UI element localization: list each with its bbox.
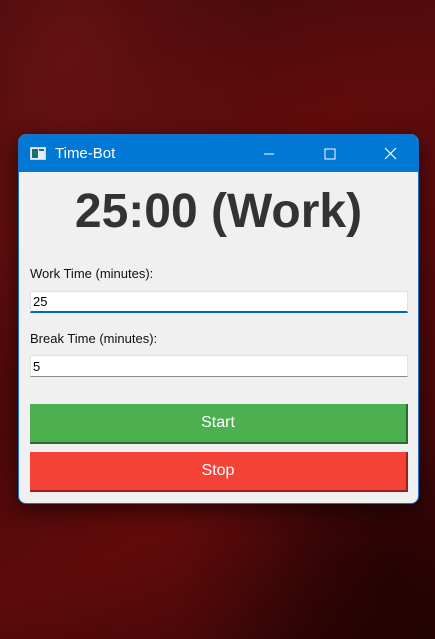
timer-display: 25:00 (Work) [74,185,363,238]
close-icon [384,147,396,160]
maximize-button[interactable] [307,135,353,172]
work-time-label: Work Time (minutes): [30,266,154,281]
title-bar[interactable]: Time-Bot [19,135,418,172]
maximize-icon [324,148,336,159]
start-button[interactable]: Start [30,404,408,444]
window-title: Time-Bot [55,145,116,162]
stop-button[interactable]: Stop [30,452,408,492]
close-button[interactable] [367,135,413,172]
window-content: 25:00 (Work) Work Time (minutes): Break … [19,172,418,503]
break-time-input[interactable] [30,355,408,377]
minimize-icon [264,153,274,154]
time-bot-window: Time-Bot 25:00 (Work) Work Time (minutes… [18,134,419,504]
work-time-input[interactable] [30,291,408,313]
app-icon [30,147,46,160]
break-time-label: Break Time (minutes): [30,331,158,346]
minimize-button[interactable] [246,135,292,172]
